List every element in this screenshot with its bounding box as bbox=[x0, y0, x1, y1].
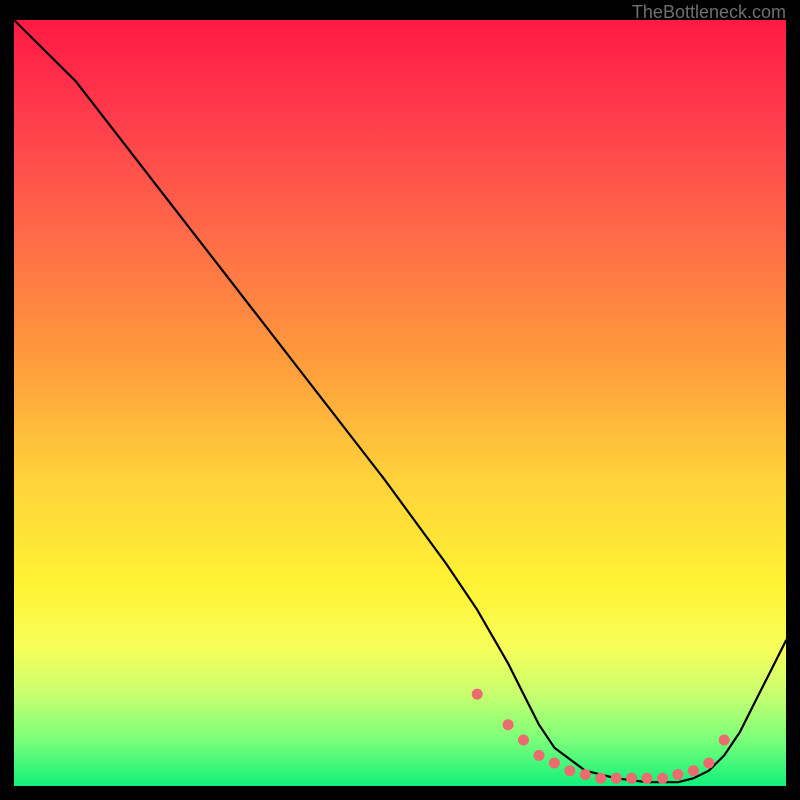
markers-group bbox=[472, 689, 730, 784]
marker-point bbox=[564, 765, 575, 776]
marker-point bbox=[688, 765, 699, 776]
marker-point bbox=[672, 769, 683, 780]
marker-point bbox=[580, 769, 591, 780]
chart-stage: TheBottleneck.com bbox=[0, 0, 800, 800]
marker-point bbox=[657, 773, 668, 784]
marker-point bbox=[534, 750, 545, 761]
marker-point bbox=[703, 758, 714, 769]
marker-point bbox=[642, 773, 653, 784]
marker-point bbox=[472, 689, 483, 700]
marker-point bbox=[503, 719, 514, 730]
marker-point bbox=[719, 735, 730, 746]
marker-point bbox=[518, 735, 529, 746]
marker-point bbox=[595, 773, 606, 784]
marker-point bbox=[611, 773, 622, 784]
plot-overlay bbox=[14, 20, 786, 786]
marker-point bbox=[549, 758, 560, 769]
line-curve bbox=[14, 20, 786, 782]
marker-point bbox=[626, 773, 637, 784]
plot-area bbox=[14, 20, 786, 786]
